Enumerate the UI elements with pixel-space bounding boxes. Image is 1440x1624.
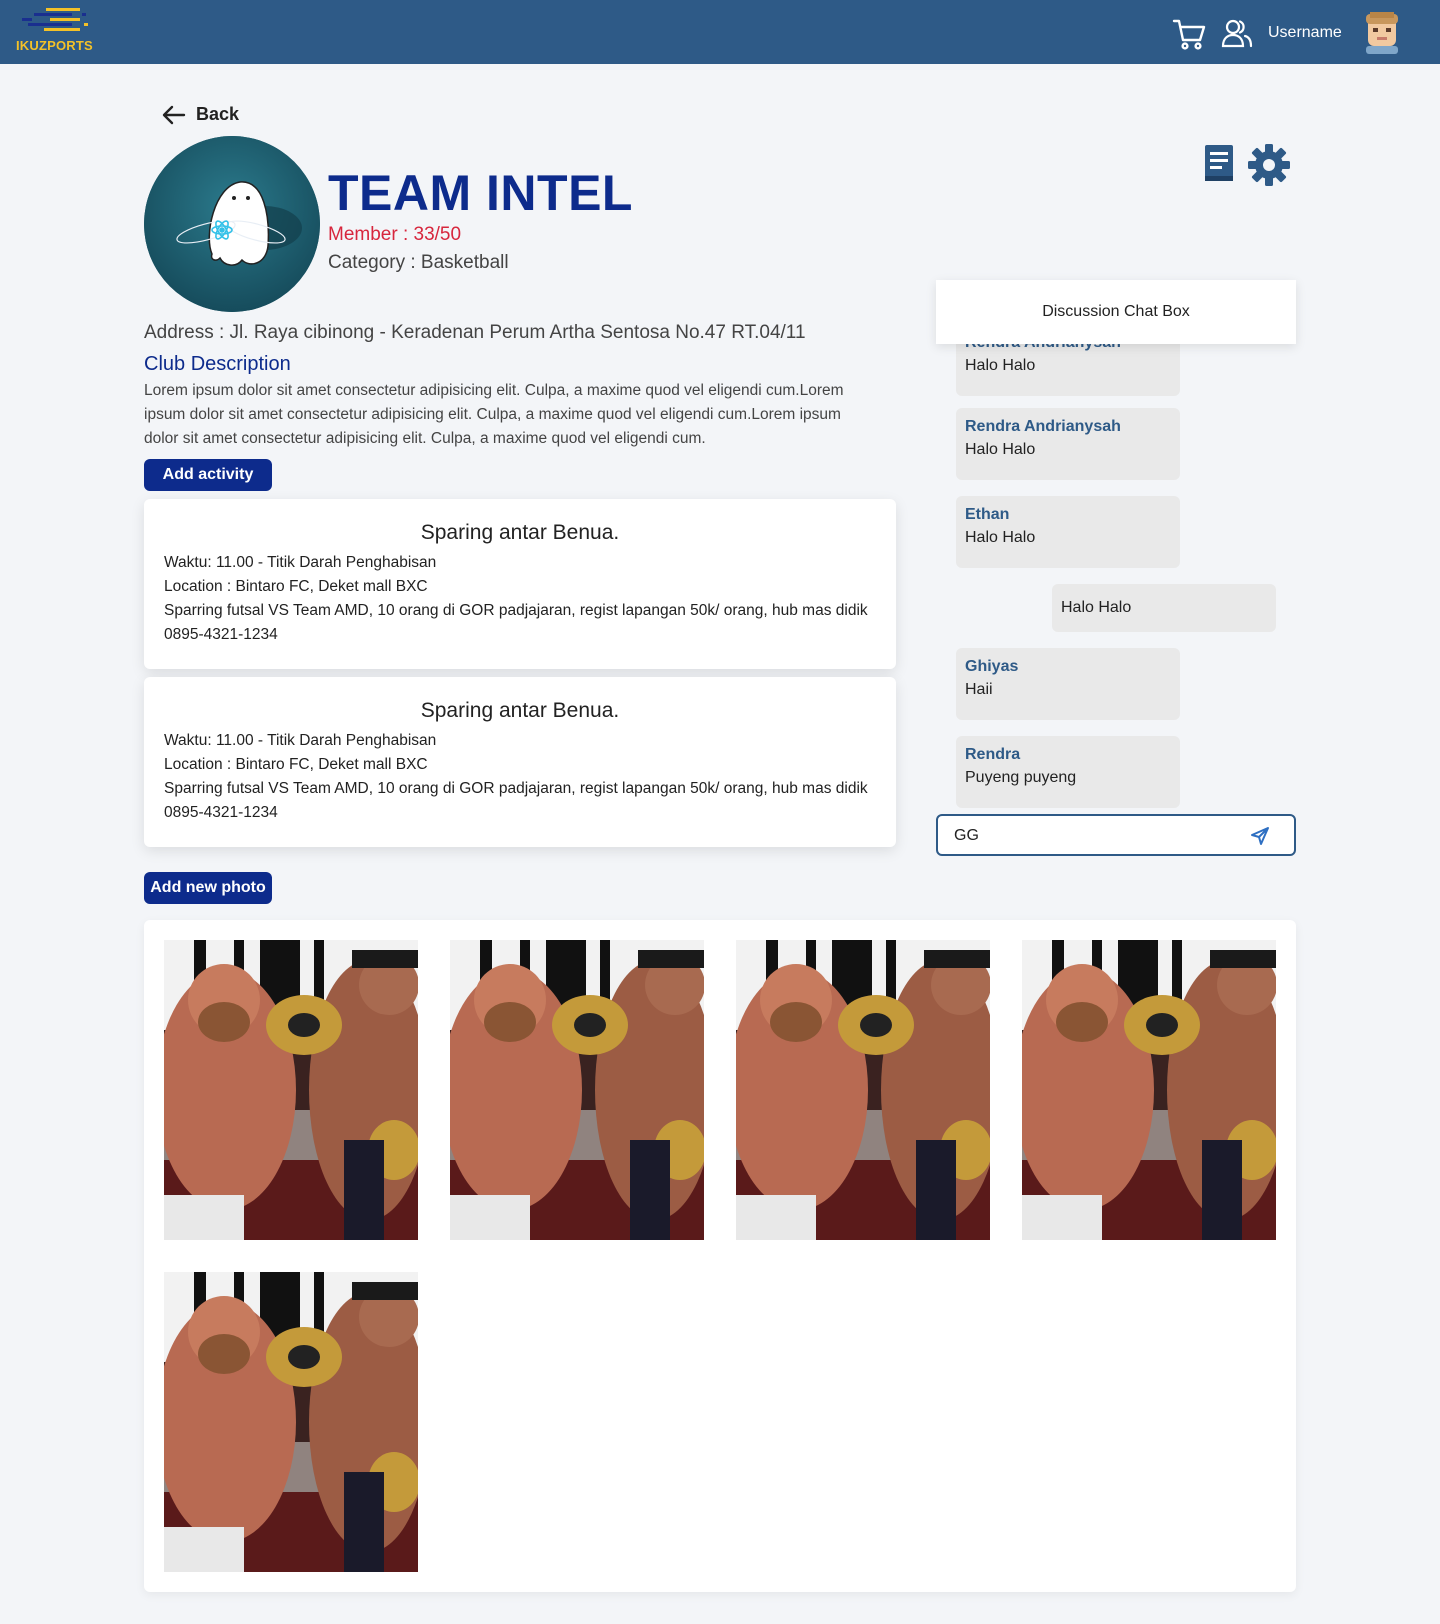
club-description: Lorem ipsum dolor sit amet consectetur a… (144, 382, 844, 447)
gallery-photo[interactable] (164, 1272, 418, 1572)
add-activity-button[interactable]: Add activity (144, 459, 272, 491)
activity-card: Sparing antar Benua. Waktu: 11.00 - Titi… (144, 499, 896, 669)
activity-time: Waktu: 11.00 - Titik Darah Penghabisan (164, 732, 437, 749)
chat-text: Halo Halo (1061, 599, 1132, 616)
arrow-left-icon (162, 105, 186, 124)
ikuzports-logo[interactable]: IKUZPORTS (16, 6, 98, 56)
gallery-photo[interactable] (450, 940, 704, 1240)
chat-box-title: Discussion Chat Box (936, 280, 1296, 344)
cart-icon[interactable] (1172, 18, 1206, 50)
team-logo (144, 136, 320, 312)
chat-message-own: Halo Halo (1052, 584, 1276, 632)
avatar[interactable] (1360, 10, 1404, 54)
chat-text: Puyeng puyeng (965, 769, 1077, 786)
chat-message: Rendra Puyeng puyeng (956, 736, 1180, 808)
team-address: Address : Jl. Raya cibinong - Keradenan … (144, 322, 806, 343)
gear-icon[interactable] (1248, 144, 1290, 186)
boxing-photo-image (450, 940, 704, 1240)
chat-sender: Ghiyas (965, 658, 1019, 675)
chat-text: Halo Halo (965, 357, 1036, 374)
activity-card: Sparing antar Benua. Waktu: 11.00 - Titi… (144, 677, 896, 847)
logo-mark-icon (22, 8, 88, 31)
activity-detail: Sparring futsal VS Team AMD, 10 orang di… (164, 602, 868, 643)
document-icon[interactable] (1204, 144, 1234, 182)
chat-sender: Rendra (965, 746, 1021, 763)
boxing-photo-image (164, 940, 418, 1240)
team-actions (1204, 144, 1290, 186)
chat-message: Rendra Andrianysah Halo Halo (956, 408, 1180, 480)
chat-message-list[interactable]: Rendra Andrianysah Halo Halo Rendra Andr… (936, 312, 1296, 810)
activity-title: Sparing antar Benua. (420, 521, 620, 544)
activity-title: Sparing antar Benua. (420, 699, 620, 722)
photo-gallery (144, 920, 1296, 1592)
top-navbar: IKUZPORTS Username (0, 0, 1440, 64)
chat-input[interactable] (954, 825, 1234, 847)
team-name: TEAM INTEL (328, 165, 633, 221)
activity-detail: Sparring futsal VS Team AMD, 10 orang di… (164, 780, 868, 821)
chat-sender: Ethan (965, 506, 1010, 523)
users-icon[interactable] (1221, 18, 1253, 48)
chat-message: Ethan Halo Halo (956, 496, 1180, 568)
back-button[interactable]: Back (162, 104, 239, 125)
nav-username[interactable]: Username (1268, 24, 1342, 42)
send-icon[interactable] (1250, 826, 1270, 846)
chat-text: Halo Halo (965, 441, 1036, 458)
chat-message: Ghiyas Haii (956, 648, 1180, 720)
chat-text: Halo Halo (965, 529, 1036, 546)
activity-location: Location : Bintaro FC, Deket mall BXC (164, 756, 428, 773)
club-description-title: Club Description (144, 353, 291, 375)
activity-location: Location : Bintaro FC, Deket mall BXC (164, 578, 428, 595)
activity-time: Waktu: 11.00 - Titik Darah Penghabisan (164, 554, 437, 571)
brand-text: IKUZPORTS (16, 38, 93, 53)
team-member-count: Member : 33/50 (328, 224, 462, 245)
team-category: Category : Basketball (328, 252, 509, 273)
boxing-photo-image (1022, 940, 1276, 1240)
chat-sender: Rendra Andrianysah (965, 418, 1121, 435)
boxing-photo-image (164, 1272, 418, 1572)
gallery-photo[interactable] (164, 940, 418, 1240)
chat-text: Haii (965, 681, 993, 698)
gallery-photo[interactable] (736, 940, 990, 1240)
boxing-photo-image (736, 940, 990, 1240)
add-new-photo-button[interactable]: Add new photo (144, 872, 272, 904)
chat-input-container (936, 814, 1296, 856)
gallery-photo[interactable] (1022, 940, 1276, 1240)
back-label: Back (196, 104, 240, 124)
team-mascot-image (144, 136, 320, 312)
